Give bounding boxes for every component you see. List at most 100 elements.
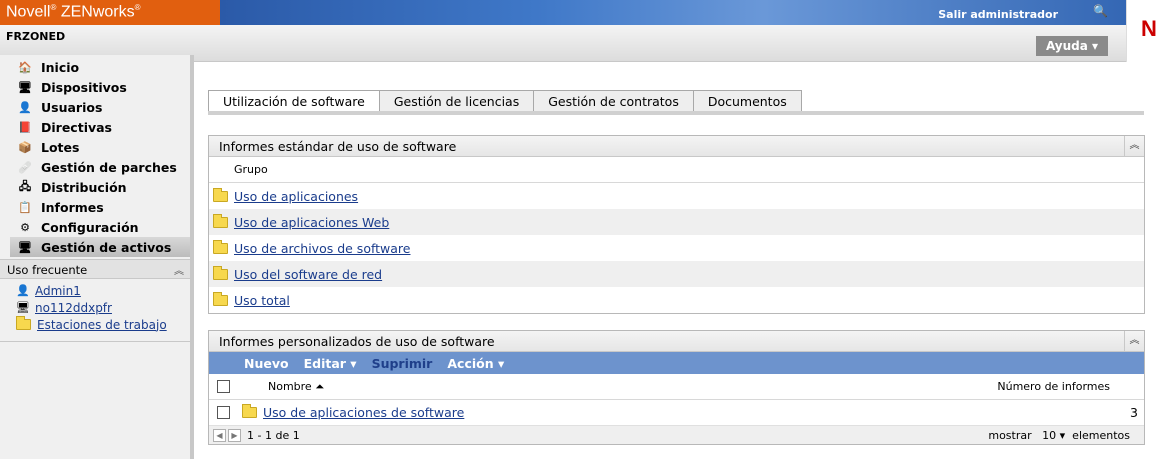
report-count: 3 bbox=[1130, 405, 1138, 420]
nav-label: Lotes bbox=[41, 139, 80, 155]
folder-icon bbox=[213, 213, 228, 228]
collapse-icon[interactable]: ︽ bbox=[1124, 331, 1144, 351]
collapse-icon[interactable]: ︽ bbox=[1124, 136, 1144, 156]
tab-documents[interactable]: Documentos bbox=[693, 90, 802, 112]
nav-distribution[interactable]: 🖧 Distribución bbox=[0, 177, 190, 197]
list-item[interactable]: Uso de archivos de software bbox=[209, 235, 1144, 261]
user-icon: 👤 bbox=[16, 284, 30, 297]
report-link[interactable]: Uso del software de red bbox=[234, 267, 382, 282]
folder-icon bbox=[16, 316, 31, 330]
list-item[interactable]: Uso de aplicaciones bbox=[209, 183, 1144, 209]
gear-icon: ⚙ bbox=[20, 220, 30, 234]
custom-toolbar: Nuevo Editar ▾ Suprimir Acción ▾ bbox=[209, 352, 1144, 374]
list-item[interactable]: Uso total bbox=[209, 287, 1144, 313]
folder-icon bbox=[213, 265, 228, 280]
user-icon: 👤 bbox=[18, 100, 32, 114]
items-label: elementos bbox=[1072, 428, 1130, 442]
nav-home[interactable]: 🏠 Inicio bbox=[0, 57, 190, 77]
list-item[interactable]: Uso del software de red bbox=[209, 261, 1144, 287]
report-link[interactable]: Uso de aplicaciones bbox=[234, 189, 358, 204]
tab-contract-management[interactable]: Gestión de contratos bbox=[534, 90, 694, 112]
list-item[interactable]: Uso de aplicaciones Web bbox=[209, 209, 1144, 235]
nav-label: Configuración bbox=[41, 219, 139, 235]
monitor-icon: 🖥 bbox=[16, 301, 30, 314]
report-link[interactable]: Uso de archivos de software bbox=[234, 241, 410, 256]
count-column-header: Número de informes bbox=[997, 380, 1110, 393]
panel-title-text: Informes estándar de uso de software bbox=[219, 139, 457, 154]
nav-label: Informes bbox=[41, 199, 104, 215]
folder-icon bbox=[213, 187, 228, 202]
nav-configuration[interactable]: ⚙ Configuración bbox=[0, 217, 190, 237]
nav-users[interactable]: 👤 Usuarios bbox=[0, 97, 190, 117]
policy-icon: 📕 bbox=[18, 120, 32, 134]
show-label: mostrar bbox=[988, 428, 1032, 442]
nav-label: Dispositivos bbox=[41, 79, 127, 95]
zone-name: FRZONED bbox=[6, 30, 66, 43]
main-content: Utilización de software Gestión de licen… bbox=[198, 62, 1175, 459]
report-link[interactable]: Uso de aplicaciones Web bbox=[234, 215, 389, 230]
folder-icon bbox=[242, 404, 257, 418]
report-link[interactable]: Uso total bbox=[234, 293, 290, 308]
help-button[interactable]: Ayuda ▾ bbox=[1036, 36, 1108, 56]
row-checkbox[interactable] bbox=[217, 406, 230, 419]
edit-button[interactable]: Editar ▾ bbox=[304, 356, 357, 371]
reg-mark: ® bbox=[134, 3, 141, 12]
nav-label: Gestión de activos bbox=[41, 239, 172, 255]
sidebar: 🏠 Inicio 🖥 Dispositivos 👤 Usuarios 📕 Directi… bbox=[0, 55, 194, 459]
report-link[interactable]: Uso de aplicaciones de software bbox=[263, 405, 464, 420]
pager: ◀ ▶ 1 - 1 de 1 mostrar 10 ▾ elementos bbox=[209, 426, 1144, 444]
frequent-item-device[interactable]: 🖥 no112ddxpfr bbox=[0, 299, 190, 316]
action-label: Acción bbox=[447, 355, 494, 371]
new-button[interactable]: Nuevo bbox=[244, 356, 289, 371]
patch-icon: 🩹 bbox=[18, 160, 32, 174]
name-column-label: Nombre bbox=[268, 379, 312, 393]
frequent-item-workstations[interactable]: Estaciones de trabajo bbox=[0, 316, 190, 333]
delete-button[interactable]: Suprimir bbox=[372, 356, 433, 371]
table-row[interactable]: Uso de aplicaciones de software 3 bbox=[209, 400, 1144, 426]
frequent-link[interactable]: no112ddxpfr bbox=[35, 301, 112, 315]
panel-title: Informes personalizados de uso de softwa… bbox=[209, 331, 1144, 352]
reg-mark: ® bbox=[50, 3, 57, 12]
frequent-header: Uso frecuente ︽ bbox=[0, 259, 190, 279]
report-icon: 📋 bbox=[18, 200, 32, 214]
help-label: Ayuda bbox=[1045, 39, 1088, 53]
tab-license-management[interactable]: Gestión de licencias bbox=[379, 90, 535, 112]
page-size-control: mostrar 10 ▾ elementos bbox=[988, 429, 1130, 442]
nav-label: Usuarios bbox=[41, 99, 103, 115]
header-banner: Salir administrador 🔍 bbox=[220, 0, 1126, 25]
tab-underline bbox=[208, 111, 1144, 115]
action-button[interactable]: Acción ▾ bbox=[447, 356, 504, 371]
tab-bar: Utilización de software Gestión de licen… bbox=[208, 90, 802, 112]
nav-patches[interactable]: 🩹 Gestión de parches bbox=[0, 157, 190, 177]
next-page-icon[interactable]: ▶ bbox=[228, 428, 241, 442]
frequent-item-admin[interactable]: 👤 Admin1 bbox=[0, 282, 190, 299]
select-all-checkbox[interactable] bbox=[217, 380, 230, 393]
page-range: 1 - 1 de 1 bbox=[247, 428, 300, 442]
nav-label: Directivas bbox=[41, 119, 112, 135]
panel-title-text: Informes personalizados de uso de softwa… bbox=[219, 334, 495, 349]
nav-asset-management[interactable]: 🖥 Gestión de activos bbox=[10, 237, 190, 257]
folder-icon bbox=[213, 291, 228, 306]
standard-reports-panel: Informes estándar de uso de software ︽ G… bbox=[208, 135, 1145, 314]
novell-logo-box: N bbox=[1126, 0, 1175, 62]
key-icon[interactable]: 🔍 bbox=[1093, 4, 1108, 18]
nav-label: Gestión de parches bbox=[41, 159, 177, 175]
nav-policies[interactable]: 📕 Directivas bbox=[0, 117, 190, 137]
nav-reports[interactable]: 📋 Informes bbox=[0, 197, 190, 217]
nav-label: Distribución bbox=[41, 179, 127, 195]
brand-product: ZENworks bbox=[60, 3, 135, 21]
name-column-header[interactable]: Nombre ⏶ bbox=[268, 380, 324, 394]
tab-software-usage[interactable]: Utilización de software bbox=[208, 90, 380, 112]
nav-bundles[interactable]: 📦 Lotes bbox=[0, 137, 190, 157]
frequent-link[interactable]: Estaciones de trabajo bbox=[37, 318, 167, 332]
logout-link[interactable]: Salir administrador bbox=[938, 8, 1058, 21]
collapse-icon[interactable]: ︽ bbox=[174, 262, 184, 277]
frequent-link[interactable]: Admin1 bbox=[35, 284, 81, 298]
page-size-select[interactable]: 10 ▾ bbox=[1042, 429, 1065, 442]
asset-icon: 🖥 bbox=[18, 240, 32, 254]
prev-page-icon[interactable]: ◀ bbox=[213, 428, 226, 442]
folder-icon bbox=[213, 239, 228, 254]
page-size-value: 10 bbox=[1042, 428, 1057, 442]
product-brand: Novell® ZENworks® bbox=[0, 0, 220, 25]
nav-devices[interactable]: 🖥 Dispositivos bbox=[0, 77, 190, 97]
